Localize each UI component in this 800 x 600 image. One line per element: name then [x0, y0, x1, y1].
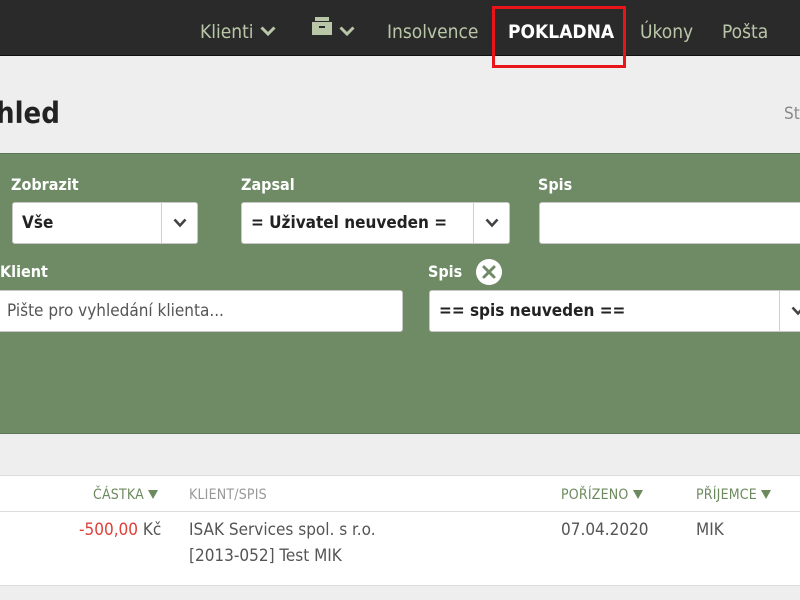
highlight-box	[492, 6, 626, 68]
table-row[interactable]: -500,00 Kč ISAK Services spol. s r.o. [2…	[0, 512, 800, 586]
currency: Kč	[142, 520, 162, 540]
nav-insolvence[interactable]: Insolvence	[387, 0, 478, 56]
column-porizeno-label: POŘÍZENO	[561, 487, 629, 503]
column-klient-spis[interactable]: KLIENT/SPIS	[189, 487, 267, 503]
column-porizeno[interactable]: POŘÍZENO	[561, 487, 643, 503]
spis-top-input[interactable]	[539, 202, 800, 244]
spis-top-label: Spis	[538, 175, 573, 194]
clear-icon[interactable]	[476, 259, 502, 285]
date-cell: 07.04.2020	[561, 520, 649, 540]
column-castka-label: ČÁSTKA	[93, 487, 144, 503]
spis-select[interactable]: == spis neuveden ==	[429, 290, 800, 332]
client-name[interactable]: ISAK Services spol. s r.o.	[189, 520, 376, 540]
corner-text: St	[784, 104, 800, 124]
klient-search-input[interactable]: Pište pro vyhledání klienta...	[0, 290, 403, 332]
sort-down-icon	[632, 487, 643, 503]
amount-value: -500,00	[79, 520, 139, 540]
column-prijemce-label: PŘÍJEMCE	[696, 487, 757, 503]
spis-value: == spis neuveden ==	[439, 301, 626, 321]
chevron-down-icon[interactable]	[161, 203, 197, 243]
drawer-icon	[311, 0, 333, 61]
chevron-down-icon[interactable]	[779, 291, 800, 331]
nav-clients-label: Klienti	[200, 21, 254, 43]
top-navigation-bar: Klienti Insolvence POKLADNA Úkony Pošta	[0, 0, 800, 56]
zobrazit-value: Vše	[22, 213, 54, 233]
chevron-down-icon[interactable]	[473, 203, 509, 243]
table-header: ČÁSTKA KLIENT/SPIS POŘÍZENO PŘÍJEMCE	[0, 475, 800, 512]
nav-ukony[interactable]: Úkony	[640, 0, 693, 56]
klient-label: Klient	[0, 262, 48, 281]
zobrazit-label: Zobrazit	[11, 175, 79, 194]
amount-cell: -500,00 Kč	[79, 520, 161, 540]
nav-archive[interactable]	[311, 0, 355, 56]
spis-name[interactable]: [2013-052] Test MIK	[189, 546, 342, 566]
zapsal-value: = Uživatel neuveden =	[251, 213, 448, 233]
zobrazit-select[interactable]: Vše	[12, 202, 198, 244]
sort-down-icon	[147, 487, 158, 503]
column-castka[interactable]: ČÁSTKA	[93, 487, 158, 503]
spis-label: Spis	[428, 262, 463, 281]
page-background	[0, 587, 800, 600]
page-title: hled	[0, 96, 60, 130]
nav-posta[interactable]: Pošta	[722, 0, 768, 56]
nav-clients[interactable]: Klienti	[200, 0, 276, 56]
chevron-down-icon	[259, 0, 276, 62]
column-prijemce[interactable]: PŘÍJEMCE	[696, 487, 771, 503]
chevron-down-icon	[339, 0, 355, 62]
zapsal-label: Zapsal	[241, 175, 295, 194]
recipient-cell: MIK	[696, 520, 724, 540]
sort-down-icon	[760, 487, 771, 503]
zapsal-select[interactable]: = Uživatel neuveden =	[241, 202, 510, 244]
